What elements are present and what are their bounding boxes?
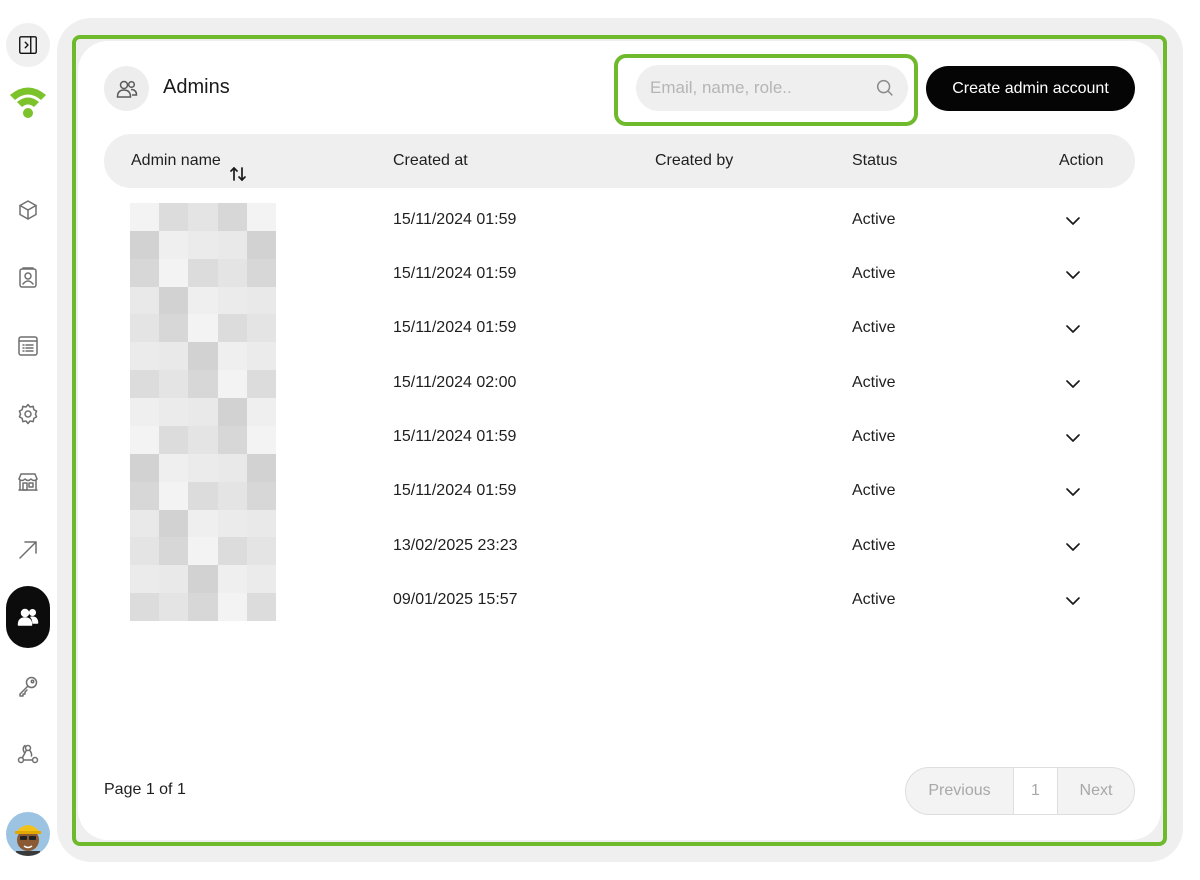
sidebar-item-products[interactable] bbox=[6, 188, 50, 232]
chevron-down-icon[interactable] bbox=[1064, 592, 1082, 610]
status-cell: Active bbox=[852, 319, 896, 336]
table-row: 15/11/2024 01:59 Active bbox=[104, 301, 1135, 355]
created-at-cell: 09/01/2025 15:57 bbox=[393, 591, 518, 608]
status-cell: Active bbox=[852, 265, 896, 282]
created-at-cell: 15/11/2024 01:59 bbox=[393, 482, 517, 499]
status-cell: Active bbox=[852, 428, 896, 445]
list-icon bbox=[18, 336, 38, 356]
status-cell: Active bbox=[852, 482, 896, 499]
table-row: 13/02/2025 23:23 Active bbox=[104, 519, 1135, 573]
table-row: 15/11/2024 01:59 Active bbox=[104, 410, 1135, 464]
chevron-down-icon[interactable] bbox=[1064, 212, 1082, 230]
key-icon bbox=[19, 676, 38, 697]
sidebar-toggle-icon bbox=[19, 36, 37, 54]
column-header-action: Action bbox=[1059, 152, 1104, 169]
chevron-down-icon[interactable] bbox=[1064, 429, 1082, 447]
sidebar bbox=[0, 0, 56, 880]
chevron-down-icon[interactable] bbox=[1064, 375, 1082, 393]
sidebar-item-api-keys[interactable] bbox=[6, 664, 50, 708]
table-row: 15/11/2024 02:00 Active bbox=[104, 356, 1135, 410]
chevron-down-icon[interactable] bbox=[1064, 320, 1082, 338]
column-header-created-by: Created by bbox=[655, 152, 734, 169]
create-admin-button[interactable]: Create admin account bbox=[926, 66, 1135, 111]
page-number-button[interactable]: 1 bbox=[1013, 768, 1058, 814]
table-row: 09/01/2025 15:57 Active bbox=[104, 573, 1135, 627]
sidebar-item-webhooks[interactable] bbox=[6, 732, 50, 776]
sort-icon[interactable] bbox=[229, 152, 247, 181]
avatar[interactable] bbox=[6, 812, 50, 856]
status-cell: Active bbox=[852, 374, 896, 391]
sidebar-item-analytics[interactable] bbox=[6, 528, 50, 572]
sidebar-item-settings[interactable] bbox=[6, 392, 50, 436]
sidebar-item-stores[interactable] bbox=[6, 460, 50, 504]
store-icon bbox=[18, 473, 38, 491]
search-icon[interactable] bbox=[874, 77, 896, 99]
search-input[interactable] bbox=[650, 65, 870, 111]
previous-page-button[interactable]: Previous bbox=[906, 768, 1013, 814]
created-at-cell: 15/11/2024 01:59 bbox=[393, 428, 517, 445]
status-cell: Active bbox=[852, 211, 896, 228]
gear-icon bbox=[18, 403, 38, 425]
column-header-admin-name[interactable]: Admin name bbox=[131, 134, 247, 188]
status-cell: Active bbox=[852, 591, 896, 608]
webhook-icon bbox=[17, 744, 39, 764]
created-at-cell: 15/11/2024 01:59 bbox=[393, 319, 517, 336]
table-row: 15/11/2024 01:59 Active bbox=[104, 247, 1135, 301]
table-header: Admin name Created at Created by Status … bbox=[104, 134, 1135, 188]
contact-card-icon bbox=[19, 267, 37, 288]
admins-header-icon bbox=[104, 66, 149, 111]
arrow-up-right-icon bbox=[19, 541, 37, 559]
wifi-logo-icon bbox=[6, 80, 50, 124]
pagination: Previous 1 Next bbox=[905, 767, 1135, 815]
cube-icon bbox=[19, 200, 37, 220]
page-title: Admins bbox=[163, 76, 230, 98]
sidebar-toggle-button[interactable] bbox=[6, 23, 50, 67]
table-row: 15/11/2024 01:59 Active bbox=[104, 193, 1135, 247]
column-header-created-at: Created at bbox=[393, 152, 468, 169]
next-page-button[interactable]: Next bbox=[1058, 768, 1134, 814]
created-at-cell: 15/11/2024 01:59 bbox=[393, 211, 517, 228]
search-field[interactable] bbox=[636, 65, 908, 111]
created-at-cell: 13/02/2025 23:23 bbox=[393, 537, 518, 554]
chevron-down-icon[interactable] bbox=[1064, 483, 1082, 501]
column-label: Admin name bbox=[131, 152, 221, 169]
status-cell: Active bbox=[852, 537, 896, 554]
created-at-cell: 15/11/2024 01:59 bbox=[393, 265, 517, 282]
table-row: 15/11/2024 01:59 Active bbox=[104, 464, 1135, 518]
sidebar-item-contacts[interactable] bbox=[6, 256, 50, 300]
chevron-down-icon[interactable] bbox=[1064, 266, 1082, 284]
chevron-down-icon[interactable] bbox=[1064, 538, 1082, 556]
sidebar-item-logs[interactable] bbox=[6, 324, 50, 368]
pagination-info: Page 1 of 1 bbox=[104, 781, 186, 798]
users-icon bbox=[116, 80, 137, 98]
sidebar-item-admins[interactable] bbox=[6, 586, 50, 648]
users-icon bbox=[17, 608, 39, 626]
column-header-status: Status bbox=[852, 152, 898, 169]
created-at-cell: 15/11/2024 02:00 bbox=[393, 374, 517, 391]
